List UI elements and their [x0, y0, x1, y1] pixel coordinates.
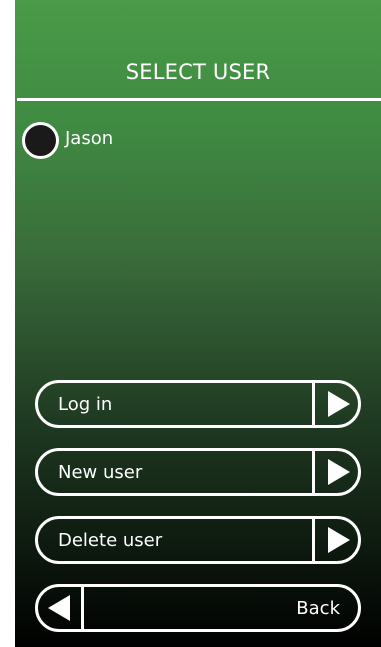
- user-radio-button[interactable]: [22, 121, 59, 159]
- login-button[interactable]: Log in: [35, 380, 361, 428]
- new-user-button[interactable]: New user: [35, 448, 361, 496]
- header-divider: [17, 98, 381, 101]
- page-title: SELECT USER: [125, 60, 271, 84]
- back-button[interactable]: Back: [35, 584, 361, 632]
- select-user-screen: SELECT USER Jason Log in New user Delete…: [15, 0, 381, 647]
- arrow-left-icon: [38, 587, 84, 629]
- delete-user-button-label: Delete user: [58, 529, 163, 551]
- delete-user-button[interactable]: Delete user: [35, 516, 361, 564]
- arrow-right-icon: [312, 519, 358, 561]
- user-name: Jason: [65, 127, 114, 149]
- user-list-item[interactable]: Jason: [22, 119, 113, 161]
- arrow-right-icon: [312, 383, 358, 425]
- back-button-label: Back: [296, 597, 340, 619]
- login-button-label: Log in: [58, 393, 113, 415]
- new-user-button-label: New user: [58, 461, 143, 483]
- arrow-right-icon: [312, 451, 358, 493]
